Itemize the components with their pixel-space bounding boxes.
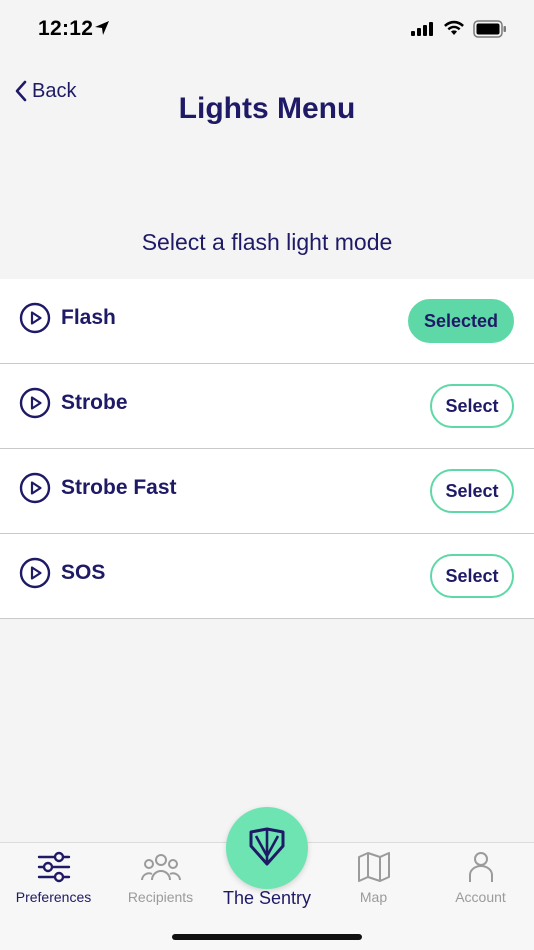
- tab-label: Preferences: [15, 889, 92, 905]
- selected-button[interactable]: Selected: [408, 299, 514, 343]
- people-icon: [140, 854, 181, 881]
- tab-label: Map: [359, 889, 388, 905]
- mode-label: Strobe Fast: [61, 476, 177, 499]
- map-icon: [357, 852, 390, 882]
- shield-icon: [249, 827, 285, 866]
- flash-mode-list: Flash Selected Strobe Select Strobe Fast…: [0, 279, 534, 619]
- play-icon[interactable]: [19, 302, 51, 334]
- sentry-button[interactable]: [226, 807, 308, 889]
- tab-preferences[interactable]: Preferences: [0, 843, 107, 913]
- person-icon: [468, 852, 493, 882]
- status-bar: 12:12: [0, 0, 534, 60]
- home-indicator: [172, 934, 362, 940]
- tab-label: Account: [455, 889, 506, 905]
- mode-row-strobe[interactable]: Strobe Select: [0, 364, 534, 449]
- select-button[interactable]: Select: [430, 384, 514, 428]
- mode-label: SOS: [61, 561, 106, 584]
- mode-row-sos[interactable]: SOS Select: [0, 534, 534, 619]
- tab-recipients[interactable]: Recipients: [107, 843, 214, 913]
- battery-icon: [473, 20, 506, 38]
- mode-label: Strobe: [61, 391, 128, 414]
- tab-account[interactable]: Account: [427, 843, 534, 913]
- location-arrow-icon: [95, 21, 109, 35]
- select-button[interactable]: Select: [430, 554, 514, 598]
- play-icon[interactable]: [19, 387, 51, 419]
- select-button[interactable]: Select: [430, 469, 514, 513]
- play-icon[interactable]: [19, 557, 51, 589]
- sliders-icon: [37, 851, 70, 883]
- wifi-icon: [444, 20, 464, 35]
- tab-label: The Sentry: [222, 888, 312, 908]
- mode-row-strobe-fast[interactable]: Strobe Fast Select: [0, 449, 534, 534]
- mode-row-flash[interactable]: Flash Selected: [0, 279, 534, 364]
- tab-label: Recipients: [127, 889, 194, 905]
- status-time: 12:12: [38, 17, 94, 40]
- page-title: Lights Menu: [178, 92, 356, 125]
- mode-label: Flash: [61, 306, 116, 329]
- cellular-signal-icon: [411, 22, 433, 36]
- tab-the-sentry[interactable]: The Sentry: [214, 803, 320, 913]
- section-title: Select a flash light mode: [141, 229, 393, 255]
- tab-map[interactable]: Map: [320, 843, 427, 913]
- play-icon[interactable]: [19, 472, 51, 504]
